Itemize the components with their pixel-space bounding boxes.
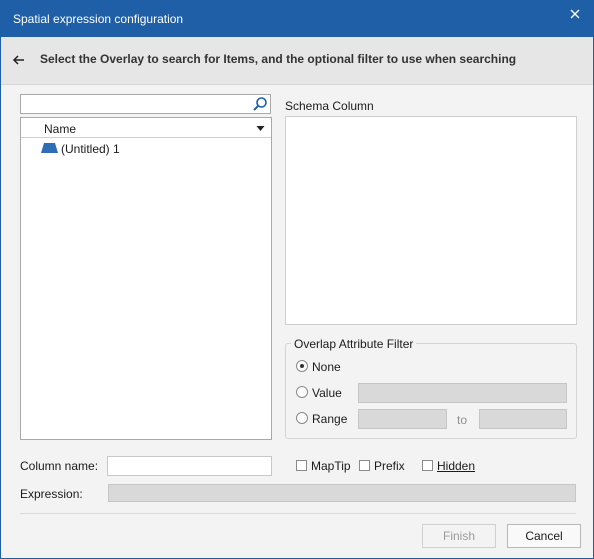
search-input[interactable] [23,96,249,112]
cancel-button[interactable]: Cancel [507,524,581,548]
dropdown-arrow-icon[interactable] [256,124,265,133]
maptip-label[interactable]: MapTip [311,459,351,473]
tree-item-overlay[interactable]: (Untitled) 1 [41,140,241,158]
overlay-icon [41,143,58,153]
radio-range[interactable] [296,412,308,424]
radio-none[interactable] [296,360,308,372]
value-field [358,383,567,403]
close-button[interactable] [557,1,593,27]
back-button[interactable] [10,51,28,69]
prefix-checkbox[interactable] [359,460,370,471]
footer-divider [20,513,576,514]
window-title: Spatial expression configuration [13,12,184,26]
finish-button[interactable]: Finish [422,524,496,548]
arrow-left-icon [12,55,24,65]
wizard-header: Select the Overlay to search for Items, … [1,37,593,85]
schema-column-label: Schema Column [285,99,374,113]
overlay-tree: Name (Untitled) 1 [20,117,272,440]
tree-column-header[interactable]: Name [21,118,271,138]
radio-range-label[interactable]: Range [312,412,347,426]
title-bar: Spatial expression configuration [1,1,593,37]
radio-value[interactable] [296,386,308,398]
name-column-label: Name [44,122,77,136]
close-icon [570,9,580,19]
range-to-field [479,409,567,429]
radio-value-label[interactable]: Value [312,386,342,400]
expression-field [108,484,576,502]
radio-none-label[interactable]: None [312,360,341,374]
schema-column-list[interactable] [285,116,577,325]
maptip-checkbox[interactable] [296,460,307,471]
hidden-label[interactable]: Hidden [437,459,475,473]
overlap-filter-legend: Overlap Attribute Filter [291,337,417,351]
tree-item-label: (Untitled) 1 [61,142,120,156]
range-to-label: to [457,413,468,427]
search-icon[interactable] [252,96,268,112]
column-name-input[interactable] [107,456,272,476]
expression-label: Expression: [20,487,83,501]
dialog-window: Spatial expression configuration Select … [0,0,594,559]
prefix-label[interactable]: Prefix [374,459,405,473]
search-box [20,94,271,114]
page-instruction: Select the Overlay to search for Items, … [40,52,517,66]
column-name-label: Column name: [20,459,99,473]
range-from-field [358,409,447,429]
hidden-checkbox[interactable] [422,460,433,471]
